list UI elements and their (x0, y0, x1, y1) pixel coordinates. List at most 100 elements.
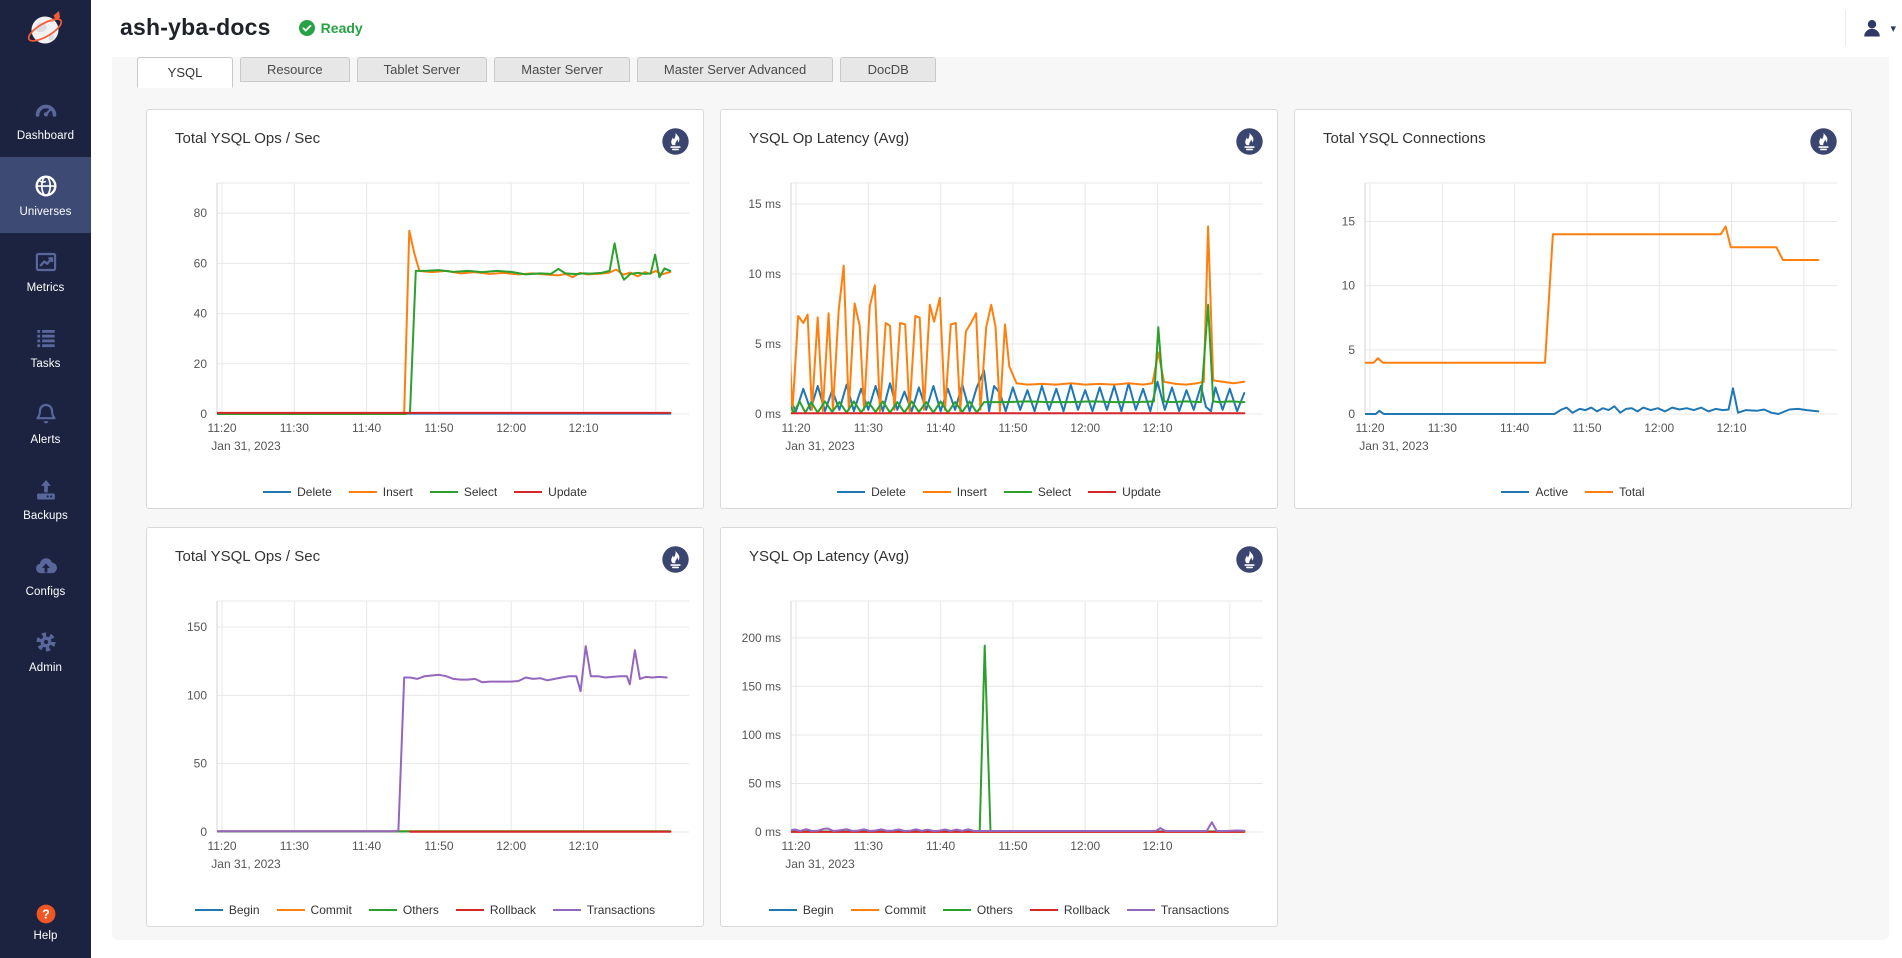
svg-text:12:00: 12:00 (496, 421, 526, 435)
legend-label: Active (1535, 485, 1568, 499)
legend-swatch (1127, 909, 1155, 911)
svg-text:11:30: 11:30 (280, 421, 309, 435)
sidebar-item-label: Help (33, 930, 57, 942)
sidebar-item-metrics[interactable]: Metrics (0, 233, 91, 309)
svg-text:12:00: 12:00 (496, 839, 526, 853)
legend-item-update[interactable]: Update (1088, 485, 1161, 499)
prometheus-metrics-icon[interactable] (661, 545, 690, 574)
chart-title: Total YSQL Connections (1323, 130, 1486, 147)
legend-item-transactions[interactable]: Transactions (1127, 903, 1229, 917)
legend-item-commit[interactable]: Commit (277, 903, 352, 917)
dashboard-icon (33, 97, 59, 123)
chart-title: YSQL Op Latency (Avg) (749, 130, 909, 147)
user-menu[interactable]: ▾ (1845, 10, 1896, 46)
chart-legend: Delete Insert Select Update (147, 485, 703, 499)
sidebar-item-label: Universes (19, 206, 71, 218)
legend-label: Delete (871, 485, 906, 499)
prometheus-metrics-icon[interactable] (1809, 127, 1838, 156)
sidebar-item-label: Tasks (31, 358, 61, 370)
svg-text:11:40: 11:40 (352, 421, 381, 435)
prometheus-metrics-icon[interactable] (1235, 545, 1264, 574)
charts-grid: Total YSQL Ops / Sec02040608011:2011:301… (146, 109, 1852, 927)
legend-item-rollback[interactable]: Rollback (1030, 903, 1110, 917)
svg-text:11:50: 11:50 (998, 839, 1027, 853)
metrics-content: YSQL Resource Tablet ServerMaster Server Ma… (112, 57, 1889, 940)
legend-item-commit[interactable]: Commit (851, 903, 926, 917)
legend-item-transactions[interactable]: Transactions (553, 903, 655, 917)
sidebar: Dashboard Universes Metrics Tasks AlertsBack… (0, 0, 91, 958)
legend-item-select[interactable]: Select (430, 485, 497, 499)
svg-text:11:40: 11:40 (352, 839, 381, 853)
legend-label: Commit (885, 903, 926, 917)
chart-panel-1: YSQL Op Latency (Avg)0 ms5 ms10 ms15 ms1… (720, 109, 1278, 509)
svg-text:?: ? (42, 907, 50, 921)
svg-text:12:10: 12:10 (1143, 839, 1173, 853)
svg-text:80: 80 (194, 206, 208, 220)
admin-gear-icon (33, 629, 59, 655)
legend-swatch (1501, 491, 1529, 493)
legend-item-update[interactable]: Update (514, 485, 587, 499)
legend-label: Rollback (490, 903, 536, 917)
sidebar-item-alerts[interactable]: Alerts (0, 385, 91, 461)
yugabyte-logo[interactable] (0, 0, 91, 55)
legend-swatch (349, 491, 377, 493)
legend-item-others[interactable]: Others (943, 903, 1013, 917)
sidebar-item-backups[interactable]: Backups (0, 461, 91, 537)
legend-swatch (1088, 491, 1116, 493)
legend-label: Insert (383, 485, 413, 499)
svg-text:5: 5 (1348, 343, 1355, 357)
tab-master-server-advanced[interactable]: Master Server Advanced (637, 57, 833, 82)
sidebar-item-admin[interactable]: Admin (0, 613, 91, 689)
svg-text:Jan 31, 2023: Jan 31, 2023 (1359, 439, 1429, 453)
prometheus-metrics-icon[interactable] (1235, 127, 1264, 156)
svg-text:11:30: 11:30 (854, 421, 883, 435)
legend-swatch (923, 491, 951, 493)
legend-swatch (369, 909, 397, 911)
legend-label: Begin (803, 903, 834, 917)
legend-label: Rollback (1064, 903, 1110, 917)
svg-text:11:20: 11:20 (207, 839, 236, 853)
tab-tablet-server[interactable]: Tablet Server (357, 57, 488, 82)
sidebar-item-configs[interactable]: Configs (0, 537, 91, 613)
chart-panel-4: YSQL Op Latency (Avg)0 ms50 ms100 ms150 … (720, 527, 1278, 927)
svg-text:15: 15 (1342, 215, 1356, 229)
sidebar-item-tasks[interactable]: Tasks (0, 309, 91, 385)
legend-swatch (1585, 491, 1613, 493)
sidebar-item-universes[interactable]: Universes (0, 157, 91, 233)
svg-text:11:40: 11:40 (1500, 421, 1529, 435)
legend-label: Transactions (587, 903, 655, 917)
tab-master-server[interactable]: Master Server (494, 57, 630, 82)
sidebar-item-dashboard[interactable]: Dashboard (0, 81, 91, 157)
legend-item-others[interactable]: Others (369, 903, 439, 917)
sidebar-nav: Dashboard Universes Metrics Tasks AlertsBack… (0, 81, 91, 689)
svg-text:0: 0 (1348, 407, 1355, 421)
legend-item-active[interactable]: Active (1501, 485, 1568, 499)
sidebar-item-help[interactable]: ? Help (0, 892, 91, 952)
tab-ysql[interactable]: YSQL (137, 57, 233, 88)
legend-item-select[interactable]: Select (1004, 485, 1071, 499)
legend-label: Select (464, 485, 497, 499)
svg-text:11:20: 11:20 (1355, 421, 1384, 435)
legend-label: Insert (957, 485, 987, 499)
legend-item-delete[interactable]: Delete (263, 485, 332, 499)
legend-item-insert[interactable]: Insert (923, 485, 987, 499)
legend-item-delete[interactable]: Delete (837, 485, 906, 499)
svg-text:Jan 31, 2023: Jan 31, 2023 (785, 439, 855, 453)
legend-item-begin[interactable]: Begin (195, 903, 260, 917)
tab-resource[interactable]: Resource (240, 57, 350, 82)
legend-swatch (514, 491, 542, 493)
svg-text:Jan 31, 2023: Jan 31, 2023 (211, 439, 281, 453)
legend-item-total[interactable]: Total (1585, 485, 1644, 499)
sidebar-item-label: Admin (29, 662, 62, 674)
chart-panel-3: Total YSQL Ops / Sec05010015011:2011:301… (146, 527, 704, 927)
tab-docdb[interactable]: DocDB (840, 57, 936, 82)
svg-text:50 ms: 50 ms (748, 776, 781, 790)
legend-label: Transactions (1161, 903, 1229, 917)
prometheus-metrics-icon[interactable] (661, 127, 690, 156)
svg-text:60: 60 (194, 256, 208, 270)
legend-label: Others (403, 903, 439, 917)
legend-item-begin[interactable]: Begin (769, 903, 834, 917)
legend-item-rollback[interactable]: Rollback (456, 903, 536, 917)
legend-item-insert[interactable]: Insert (349, 485, 413, 499)
legend-label: Delete (297, 485, 332, 499)
